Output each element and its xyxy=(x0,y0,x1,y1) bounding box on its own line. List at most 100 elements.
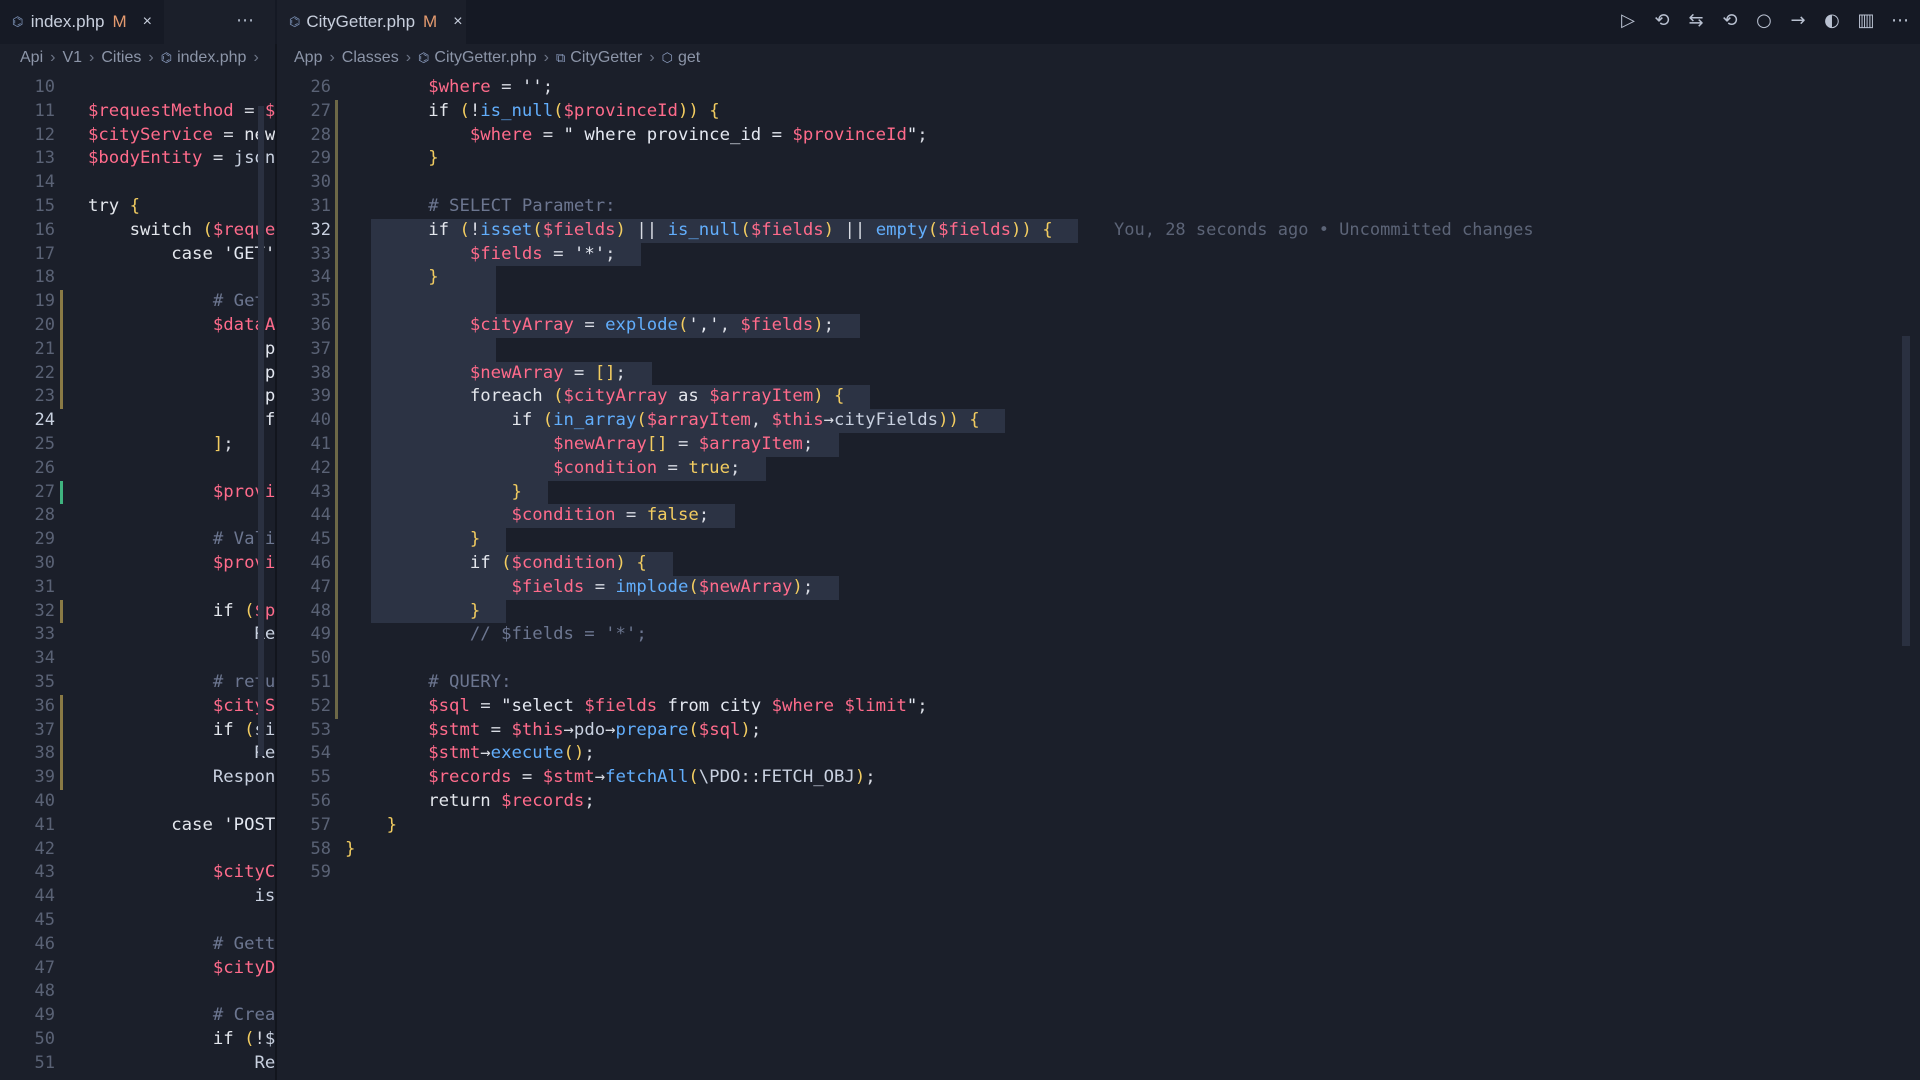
code-line[interactable]: $condition = false; xyxy=(345,504,709,528)
code-line[interactable]: $cityService = new xyxy=(88,124,275,148)
breadcrumb-item[interactable]: V1 xyxy=(62,49,82,67)
code-line[interactable]: $stmt = $this→pdo→prepare($sql); xyxy=(345,719,761,743)
code-line[interactable]: try { xyxy=(88,195,140,219)
code-line[interactable]: Respon xyxy=(88,766,275,790)
code-line[interactable]: foreach ($cityArray as $arrayItem) { xyxy=(345,385,845,409)
line-number: 27 xyxy=(34,481,55,502)
history-icon[interactable]: ⟲ xyxy=(1652,10,1672,31)
line-number: 26 xyxy=(34,457,55,478)
close-icon[interactable]: × xyxy=(143,13,152,31)
code-line[interactable]: $cityS xyxy=(88,695,275,719)
code-line[interactable]: case 'POST xyxy=(88,814,275,838)
go-back-icon[interactable]: ⟲ xyxy=(1720,10,1740,31)
line-number: 37 xyxy=(310,338,331,359)
code-line[interactable]: if (!is_null($provinceId)) { xyxy=(345,100,719,124)
scrollbar[interactable] xyxy=(1902,336,1910,646)
breadcrumb-item[interactable]: index.php xyxy=(177,49,246,67)
code-line[interactable]: return $records; xyxy=(345,790,594,814)
code-line[interactable]: if ($p xyxy=(88,600,275,624)
code-line[interactable]: } xyxy=(345,600,480,624)
split-editor-icon[interactable]: ▥ xyxy=(1856,10,1876,31)
code-line[interactable]: $newArray = []; xyxy=(345,362,626,386)
code-line[interactable]: $cityD xyxy=(88,957,275,981)
code-line[interactable]: } xyxy=(345,147,438,171)
more-icon[interactable]: ⋯ xyxy=(1890,10,1910,31)
code-line[interactable]: 'p xyxy=(88,338,275,362)
code-line[interactable]: Re xyxy=(88,742,275,766)
code-line[interactable]: $bodyEntity = json_ xyxy=(88,147,275,171)
line-number: 32 xyxy=(34,600,55,621)
code-line[interactable]: $fields = implode($newArray); xyxy=(345,576,813,600)
code-line[interactable]: # retu xyxy=(88,671,275,695)
line-number: 31 xyxy=(34,576,55,597)
code-line[interactable]: $newArray[] = $arrayItem; xyxy=(345,433,813,457)
line-number: 37 xyxy=(34,719,55,740)
code-line[interactable]: switch ($reque xyxy=(88,219,275,243)
code-line[interactable]: } xyxy=(345,528,480,552)
code-line[interactable]: 'p xyxy=(88,385,275,409)
code-line[interactable]: Re xyxy=(88,1052,275,1076)
code-line[interactable]: $fields = '*'; xyxy=(345,243,616,267)
code-line[interactable]: } xyxy=(345,838,355,862)
code-line[interactable]: $provi xyxy=(88,552,275,576)
code-line[interactable]: case 'GET' xyxy=(88,243,275,267)
go-forward-icon[interactable]: → xyxy=(1788,10,1808,31)
code-line[interactable]: $where = " where province_id = $province… xyxy=(345,124,928,148)
code-line[interactable]: } xyxy=(345,266,438,290)
code-line[interactable]: $cityArray = explode(',', $fields); xyxy=(345,314,834,338)
debug-icon[interactable]: ◐ xyxy=(1822,10,1842,31)
git-commit-icon[interactable]: ○ xyxy=(1754,10,1774,31)
code-line[interactable]: # Crea xyxy=(88,1004,275,1028)
left-editor[interactable]: 10 11 12 13 14 15 16 17 18 19 20 21 22 23 24 25 26 27 28 29… xyxy=(0,76,275,1080)
code-line[interactable]: $stmt→execute(); xyxy=(345,742,595,766)
line-number: 33 xyxy=(310,243,331,264)
line-number: 15 xyxy=(34,196,55,216)
code-line[interactable]: # Vali xyxy=(88,528,275,552)
code-line[interactable]: if (!$ xyxy=(88,1028,275,1052)
code-line[interactable]: # QUERY: xyxy=(345,671,511,695)
code-line[interactable]: if ($condition) { xyxy=(345,552,647,576)
code-line[interactable]: $dataA xyxy=(88,314,275,338)
code-line[interactable]: $sql = "select $fields from city $where … xyxy=(345,695,927,719)
breadcrumb-item[interactable]: get xyxy=(678,49,700,67)
code-line[interactable]: // $fields = '*'; xyxy=(345,623,647,647)
code-line[interactable]: } xyxy=(345,481,521,505)
breadcrumb-item[interactable]: CityGetter xyxy=(570,49,642,67)
breadcrumb-item[interactable]: App xyxy=(294,49,322,67)
right-editor[interactable]: 26 27 28 29 30 31 32 33 34 35 36 37 38 39 40 41 42 43 44 45… xyxy=(277,76,1920,1080)
code-line[interactable]: # Get xyxy=(88,290,265,314)
code-line[interactable]: if (in_array($arrayItem, $this→cityField… xyxy=(345,409,979,433)
line-number: 49 xyxy=(310,624,331,645)
code-line[interactable]: } xyxy=(345,814,397,838)
breadcrumb-item[interactable]: Cities xyxy=(101,49,141,67)
code-line[interactable]: $cityC xyxy=(88,861,275,885)
code-line[interactable]: 'p xyxy=(88,362,275,386)
code-line[interactable]: $records = $stmt→fetchAll(\PDO::FETCH_OB… xyxy=(345,766,875,790)
close-icon[interactable]: × xyxy=(453,13,462,31)
code-line[interactable]: $requestMethod = $_ xyxy=(88,100,275,124)
code-line[interactable]: ]; xyxy=(88,433,234,457)
code-line[interactable]: $where = ''; xyxy=(345,76,553,100)
scrollbar[interactable] xyxy=(258,106,264,756)
more-actions-icon[interactable]: ⋯ xyxy=(236,10,254,31)
code-line[interactable]: if (si xyxy=(88,719,275,743)
line-number: 29 xyxy=(310,148,331,169)
code-line[interactable]: # SELECT Parametr: xyxy=(345,195,615,219)
code-line[interactable]: if (!isset($fields) || is_null($fields) … xyxy=(345,219,1533,243)
breadcrumb-item[interactable]: CityGetter.php xyxy=(434,49,536,67)
breadcrumb-item[interactable]: Api xyxy=(20,49,43,67)
tab-index-php[interactable]: ⌬ index.php M × xyxy=(0,0,164,44)
code-line[interactable]: $condition = true; xyxy=(345,457,740,481)
git-compare-icon[interactable]: ⇆ xyxy=(1686,10,1706,31)
code-line[interactable]: Re xyxy=(88,623,275,647)
breadcrumb-item[interactable]: Classes xyxy=(342,49,399,67)
line-number: 24 xyxy=(34,410,55,431)
code-line[interactable]: # Gett xyxy=(88,933,275,957)
tab-citygetter-php[interactable]: ⌬ CityGetter.php M × xyxy=(277,0,466,44)
run-icon[interactable]: ▷ xyxy=(1618,10,1638,31)
code-line[interactable]: is xyxy=(88,885,275,909)
line-number: 10 xyxy=(34,77,55,97)
code-line[interactable]: $provi xyxy=(88,481,275,505)
code-line[interactable]: 'f xyxy=(88,409,275,433)
line-number: 13 xyxy=(34,148,55,169)
